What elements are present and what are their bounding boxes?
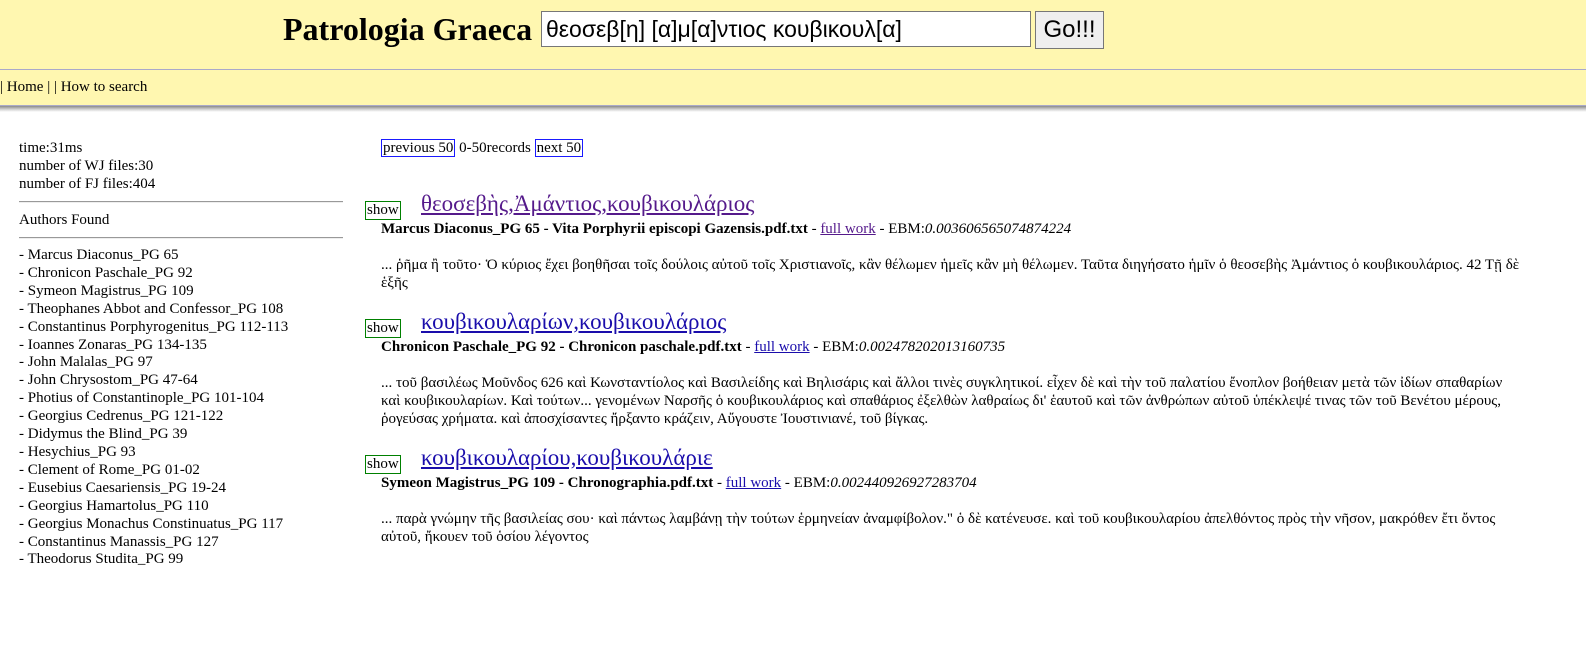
site-title: Patrologia Graeca [283, 11, 533, 47]
author-item: - Theodorus Studita_PG 99 [19, 551, 184, 568]
go-button[interactable]: Go!!! [1035, 11, 1104, 49]
stat-wj-files: number of WJ files:30 [19, 158, 154, 174]
stat-fj-files: number of FJ files:404 [19, 176, 156, 192]
result-source: Chronicon Paschale_PG 92 - Chronicon pas… [381, 339, 742, 355]
author-item: - Theophanes Abbot and Confessor_PG 108 [19, 300, 284, 317]
result-source: Symeon Magistrus_PG 109 - Chronographia.… [381, 475, 714, 491]
author-item: - Didymus the Blind_PG 39 [19, 426, 188, 443]
result-source: Marcus Diaconus_PG 65 - Vita Porphyrii e… [381, 221, 808, 237]
author-item: - Constantinus Porphyrogenitus_PG 112-11… [19, 318, 289, 335]
nav-separator: | [0, 79, 4, 95]
author-item: - Georgius Hamartolus_PG 110 [19, 497, 209, 514]
author-item: - Chronicon Paschale_PG 92 [19, 264, 193, 281]
author-item: - Constantinus Manassis_PG 127 [19, 533, 219, 550]
header-bar: Patrologia Graeca Go!!! [0, 0, 1586, 70]
author-list: - Marcus Diaconus_PG 65 - Chronicon Pasc… [19, 247, 343, 569]
result-title-link[interactable]: κουβικουλαρίου,κουβικουλάριε [421, 444, 713, 472]
full-work-link[interactable]: full work [726, 475, 781, 491]
author-item: - Ioannes Zonaras_PG 134-135 [19, 336, 207, 353]
author-item: - Marcus Diaconus_PG 65 [19, 247, 179, 263]
result-title-link[interactable]: κουβικουλαρίων,κουβικουλάριος [421, 308, 726, 336]
show-button[interactable]: show [365, 455, 401, 474]
show-button[interactable]: show [365, 201, 401, 220]
authors-found-heading: Authors Found [19, 212, 110, 228]
result-title-link[interactable]: θεοσεβὴς,Ἀμάντιος,κουβικουλάριος [421, 190, 754, 218]
next-page-link[interactable]: next 50 [534, 139, 584, 157]
stat-time: time:31ms [19, 140, 83, 156]
author-item: - Eusebius Caesariensis_PG 19-24 [19, 479, 227, 496]
nav-how-to-search-link[interactable]: How to search [61, 79, 148, 95]
meta-separator: - [717, 475, 726, 491]
author-item: - John Malalas_PG 97 [19, 354, 153, 371]
ebm-score: 0.003606565074874224 [924, 221, 1072, 237]
result-snippet: ... τοῦ βασιλέως Μοῦνδος 626 καὶ Κωνσταν… [381, 375, 1503, 427]
search-input[interactable] [541, 11, 1031, 47]
results-panel: previous 50 0-50records next 50 show θεο… [365, 139, 1521, 545]
divider [19, 201, 343, 203]
meta-separator: - [745, 339, 755, 355]
author-item: - Georgius Cedrenus_PG 121-122 [19, 408, 224, 425]
show-button[interactable]: show [365, 319, 401, 338]
ebm-label: - EBM: [813, 339, 859, 355]
result-meta: Chronicon Paschale_PG 92 - Chronicon pas… [381, 338, 1005, 356]
previous-page-link[interactable]: previous 50 [381, 139, 456, 157]
result-meta: Marcus Diaconus_PG 65 - Vita Porphyrii e… [381, 220, 1071, 238]
meta-separator: - [811, 221, 821, 237]
author-item: - Clement of Rome_PG 01-02 [19, 461, 200, 478]
full-work-link[interactable]: full work [754, 339, 809, 355]
result-snippet: ... παρὰ γνώμην τῆς βασιλείας σου· καὶ π… [381, 511, 1496, 545]
ebm-score: 0.002440926927283704 [830, 475, 977, 491]
author-item: - John Chrysostom_PG 47-64 [19, 372, 198, 389]
author-item: - Hesychius_PG 93 [19, 443, 136, 460]
nav-home-link[interactable]: Home [7, 79, 44, 95]
sidebar: time:31ms number of WJ files:30 number o… [19, 139, 343, 569]
result-snippet: ... ῥῆμα ἢ τοῦτο· Ὁ κύριος ἔχει βοηθῆσαι… [381, 257, 1520, 291]
author-item: - Photius of Constantinople_PG 101-104 [19, 390, 265, 407]
ebm-label: - EBM: [879, 221, 925, 237]
divider [19, 237, 343, 239]
ebm-label: - EBM: [784, 475, 831, 491]
full-work-link[interactable]: full work [820, 221, 875, 237]
author-item: - Georgius Monachus Constinuatus_PG 117 [19, 515, 284, 532]
ebm-score: 0.002478202013160735 [858, 339, 1006, 355]
result-meta: Symeon Magistrus_PG 109 - Chronographia.… [381, 474, 977, 492]
pager: previous 50 0-50records next 50 [381, 139, 1521, 159]
record-range: 0-50records [459, 140, 531, 156]
author-item: - Symeon Magistrus_PG 109 [19, 282, 194, 299]
nav-bar: | Home | | How to search [0, 70, 1586, 106]
header-shadow [0, 106, 1586, 112]
nav-separator: | | [47, 79, 57, 95]
